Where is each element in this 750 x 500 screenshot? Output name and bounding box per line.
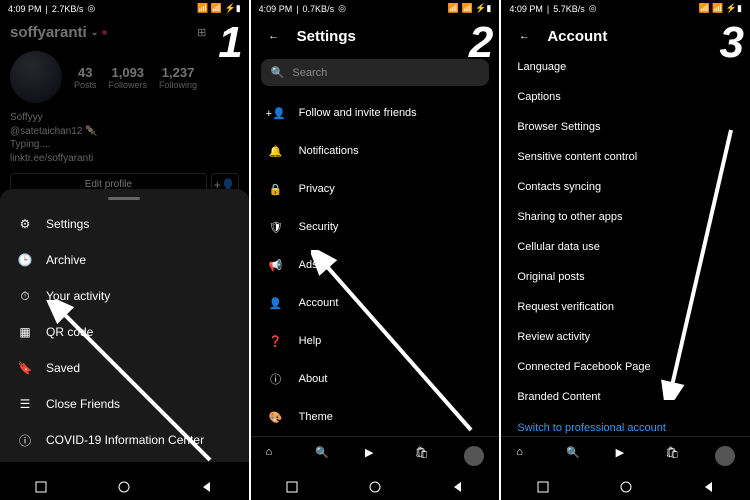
menu-settings[interactable]: ⚙Settings: [0, 206, 249, 242]
profile-tab-icon[interactable]: [464, 446, 484, 466]
account-sharing-to-other-apps[interactable]: Sharing to other apps: [501, 202, 750, 232]
back-icon[interactable]: ←: [515, 27, 533, 45]
lock-icon: 🔒: [267, 180, 285, 198]
status-bar: 4:09 PM|2.7KB/s◎ 📶 📶 ⚡▮: [0, 0, 249, 17]
shield-icon: 🛡: [267, 218, 285, 236]
home-button[interactable]: [368, 480, 382, 494]
life-ring-icon: ❓: [267, 332, 285, 350]
panel-account: 4:09 PM|5.7KB/s◎ 📶 📶 ⚡▮ ← Account Langua…: [501, 0, 750, 500]
step-number: 1: [218, 18, 242, 68]
list-icon: ☰: [16, 395, 34, 413]
status-time: 4:09 PM: [8, 4, 42, 14]
shop-icon[interactable]: 🛍: [665, 446, 685, 466]
account-browser-settings[interactable]: Browser Settings: [501, 112, 750, 142]
ig-bottom-nav: ⌂ 🔍 ▶ 🛍: [501, 436, 750, 474]
qr-icon: ▦: [16, 323, 34, 341]
home-icon[interactable]: ⌂: [266, 446, 286, 466]
search-placeholder: Search: [292, 67, 327, 79]
gear-icon: ⚙: [16, 215, 34, 233]
back-icon[interactable]: ←: [265, 27, 283, 45]
settings-follow-and-invite-friends[interactable]: +👤Follow and invite friends: [251, 94, 500, 132]
stat-followers[interactable]: 1,093Followers: [109, 65, 148, 90]
settings-about[interactable]: ⓘAbout: [251, 360, 500, 398]
account-connected-facebook-page[interactable]: Connected Facebook Page: [501, 352, 750, 382]
settings-security[interactable]: 🛡Security: [251, 208, 500, 246]
bookmark-icon: 🔖: [16, 359, 34, 377]
account-cellular-data-use[interactable]: Cellular data use: [501, 232, 750, 262]
android-nav: [251, 474, 500, 500]
recents-button[interactable]: [536, 480, 550, 494]
profile-avatar[interactable]: [10, 51, 62, 103]
account-contacts-syncing[interactable]: Contacts syncing: [501, 172, 750, 202]
home-button[interactable]: [619, 480, 633, 494]
settings-notifications[interactable]: 🔔Notifications: [251, 132, 500, 170]
back-button[interactable]: [451, 480, 465, 494]
account-language[interactable]: Language: [501, 52, 750, 82]
account-sensitive-content-control[interactable]: Sensitive content control: [501, 142, 750, 172]
settings-ads[interactable]: 📢Ads: [251, 246, 500, 284]
step-number: 3: [720, 18, 744, 68]
search-icon[interactable]: 🔍: [566, 446, 586, 466]
search-icon: 🔍: [271, 66, 285, 79]
sheet-handle[interactable]: [108, 197, 140, 200]
account-branded-content[interactable]: Branded Content: [501, 382, 750, 412]
reels-icon[interactable]: ▶: [365, 446, 385, 466]
recents-button[interactable]: [34, 480, 48, 494]
recents-button[interactable]: [285, 480, 299, 494]
megaphone-icon: 📢: [267, 256, 285, 274]
status-bar: 4:09 PM|0.7KB/s◎ 📶 📶 ⚡▮: [251, 0, 500, 17]
profile-menu-sheet: ⚙Settings🕒Archive⏱Your activity▦QR code🔖…: [0, 189, 249, 462]
account-original-posts[interactable]: Original posts: [501, 262, 750, 292]
panel-profile: 4:09 PM|2.7KB/s◎ 📶 📶 ⚡▮ soffyaranti⌄ ⊞ ≡…: [0, 0, 249, 500]
account-captions[interactable]: Captions: [501, 82, 750, 112]
ig-bottom-nav: ⌂ 🔍 ▶ 🛍: [251, 436, 500, 474]
step-number: 2: [469, 18, 493, 68]
menu-close-friends[interactable]: ☰Close Friends: [0, 386, 249, 422]
menu-qr-code[interactable]: ▦QR code: [0, 314, 249, 350]
settings-help[interactable]: ❓Help: [251, 322, 500, 360]
home-button[interactable]: [117, 480, 131, 494]
stat-following[interactable]: 1,237Following: [159, 65, 197, 90]
stat-posts[interactable]: 43Posts: [74, 65, 97, 90]
search-input[interactable]: 🔍 Search: [261, 59, 490, 86]
panel-settings: 4:09 PM|0.7KB/s◎ 📶 📶 ⚡▮ ← Settings 🔍 Sea…: [251, 0, 500, 500]
info-icon: ⓘ: [267, 370, 285, 388]
settings-account[interactable]: 👤Account: [251, 284, 500, 322]
android-nav: [0, 474, 249, 500]
status-bar: 4:09 PM|5.7KB/s◎ 📶 📶 ⚡▮: [501, 0, 750, 17]
status-net: 2.7KB/s: [52, 4, 84, 14]
account-request-verification[interactable]: Request verification: [501, 292, 750, 322]
settings-theme[interactable]: 🎨Theme: [251, 398, 500, 436]
clock-icon: 🕒: [16, 251, 34, 269]
palette-icon: 🎨: [267, 408, 285, 426]
shop-icon[interactable]: 🛍: [415, 446, 435, 466]
back-button[interactable]: [702, 480, 716, 494]
menu-your-activity[interactable]: ⏱Your activity: [0, 278, 249, 314]
info-icon: ⓘ: [16, 431, 34, 449]
page-title: Settings: [297, 28, 356, 45]
activity-icon: ⏱: [16, 287, 34, 305]
search-icon[interactable]: 🔍: [315, 446, 335, 466]
switch-professional-link[interactable]: Switch to professional account: [501, 412, 750, 436]
bell-icon: 🔔: [267, 142, 285, 160]
status-icons: 📶 📶 ⚡▮: [197, 3, 241, 14]
menu-archive[interactable]: 🕒Archive: [0, 242, 249, 278]
username-dropdown[interactable]: soffyaranti⌄: [10, 24, 107, 41]
page-title: Account: [547, 28, 607, 45]
reels-icon[interactable]: ▶: [616, 446, 636, 466]
home-icon[interactable]: ⌂: [516, 446, 536, 466]
person-icon: 👤: [267, 294, 285, 312]
user-plus-icon: +👤: [267, 104, 285, 122]
profile-bio: Soffyyy @satetaichan12 🍡 Typing.... link…: [0, 111, 249, 165]
account-review-activity[interactable]: Review activity: [501, 322, 750, 352]
android-nav: [501, 474, 750, 500]
back-button[interactable]: [200, 480, 214, 494]
menu-saved[interactable]: 🔖Saved: [0, 350, 249, 386]
menu-covid-19-information-center[interactable]: ⓘCOVID-19 Information Center: [0, 422, 249, 458]
new-post-icon[interactable]: ⊞: [193, 23, 211, 41]
profile-tab-icon[interactable]: [715, 446, 735, 466]
settings-privacy[interactable]: 🔒Privacy: [251, 170, 500, 208]
